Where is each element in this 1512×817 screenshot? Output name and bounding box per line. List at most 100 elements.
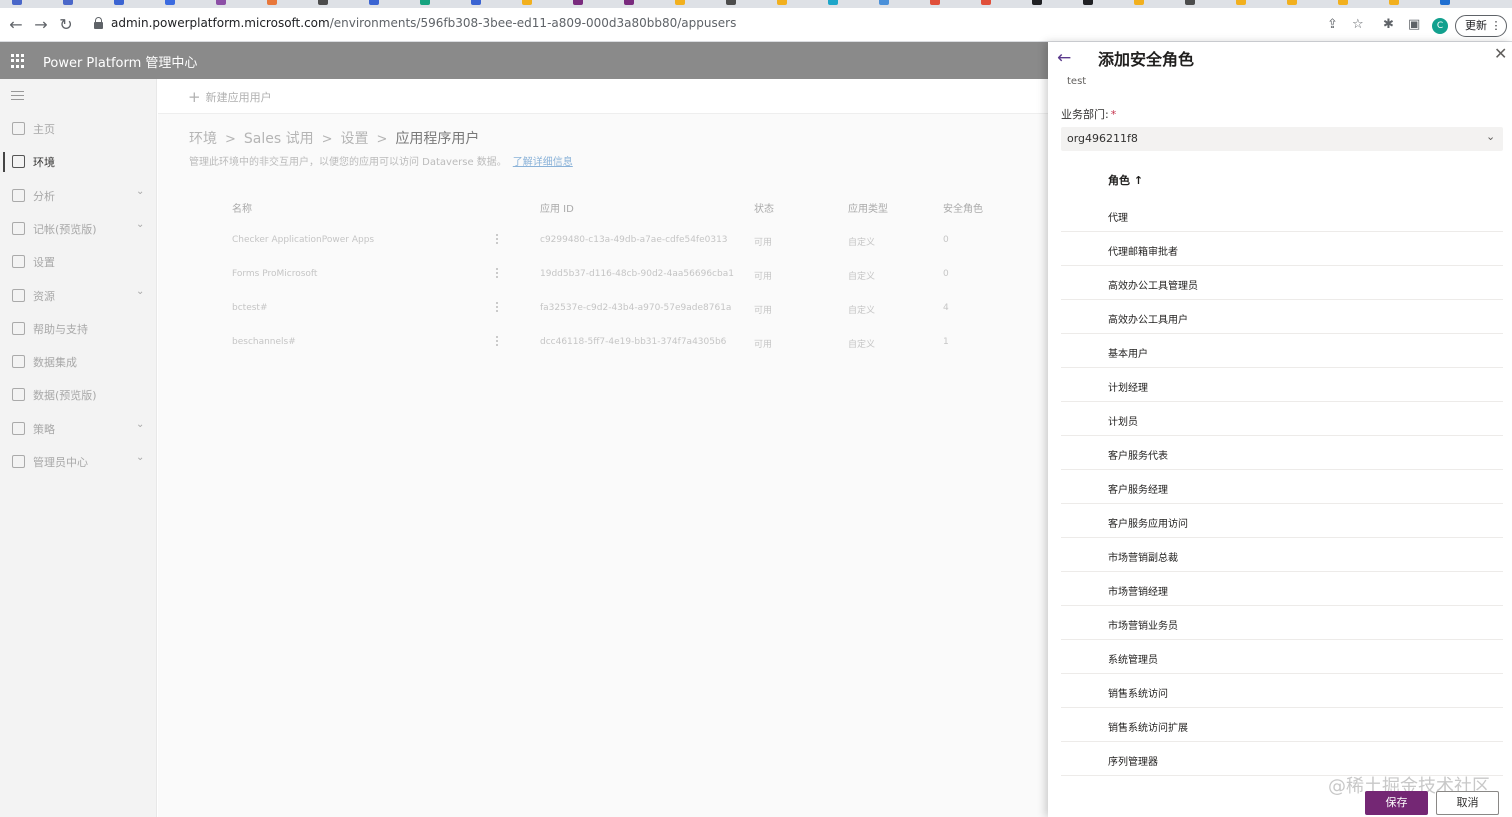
role-name: 序列管理器 bbox=[1108, 757, 1158, 768]
sidebar-item[interactable]: 管理员中心 ⌄ bbox=[0, 448, 157, 476]
role-row[interactable]: 序列管理器 bbox=[1061, 742, 1503, 776]
breadcrumb-item[interactable]: 设置 bbox=[341, 131, 369, 147]
share-icon[interactable]: ⇪ bbox=[1327, 17, 1338, 32]
more-options-icon[interactable] bbox=[496, 268, 499, 280]
app-launcher-icon[interactable] bbox=[11, 54, 25, 68]
command-bar: + 新建应用用户 bbox=[158, 79, 1048, 114]
sidebar-item-label: 环境 bbox=[33, 156, 55, 170]
role-row[interactable]: 市场营销业务员 bbox=[1061, 606, 1503, 640]
table-cell: 1 bbox=[943, 337, 949, 347]
chevron-down-icon[interactable]: ⌄ bbox=[136, 186, 144, 197]
more-options-icon[interactable] bbox=[496, 336, 499, 348]
sidebar-item[interactable]: 数据集成 bbox=[0, 348, 157, 376]
business-unit-label: 业务部门: * bbox=[1061, 108, 1117, 121]
new-app-user-button[interactable]: + 新建应用用户 bbox=[188, 88, 272, 106]
column-header[interactable]: 应用类型 bbox=[848, 200, 888, 215]
role-row[interactable]: 系统管理员 bbox=[1061, 640, 1503, 674]
role-name: 计划经理 bbox=[1108, 383, 1148, 394]
role-column-header[interactable]: 角色 ↑ bbox=[1108, 172, 1143, 188]
table-cell: 自定义 bbox=[848, 238, 876, 248]
role-row[interactable]: 高效办公工具用户 bbox=[1061, 300, 1503, 334]
hamburger-menu-icon[interactable] bbox=[11, 91, 24, 103]
nav-item-icon bbox=[12, 355, 25, 369]
browser-update-button[interactable]: 更新 ⋮ bbox=[1455, 15, 1507, 37]
sidebar-item[interactable]: 策略 ⌄ bbox=[0, 415, 157, 443]
back-arrow-icon[interactable]: ← bbox=[6, 15, 26, 35]
sidebar-item[interactable]: 环境 bbox=[0, 148, 157, 176]
browser-tab-strip[interactable] bbox=[0, 0, 1512, 8]
nav-item-icon bbox=[12, 221, 25, 235]
breadcrumb-item[interactable]: Sales 试用 bbox=[244, 131, 314, 147]
required-marker: * bbox=[1110, 108, 1117, 121]
tab-favicon-icon bbox=[1185, 0, 1195, 5]
breadcrumb-item[interactable]: 环境 bbox=[189, 131, 217, 147]
role-row[interactable]: 销售系统访问 bbox=[1061, 674, 1503, 708]
tab-favicon-icon bbox=[1083, 0, 1093, 5]
side-panel-icon[interactable]: ▣ bbox=[1408, 17, 1420, 32]
breadcrumb-item: 应用程序用户 bbox=[395, 131, 480, 147]
column-header[interactable]: 安全角色 bbox=[943, 200, 983, 215]
column-header[interactable]: 名称 bbox=[232, 200, 252, 215]
app-title: Power Platform 管理中心 bbox=[43, 56, 198, 71]
role-name: 客户服务应用访问 bbox=[1108, 519, 1188, 530]
sidebar-item-label: 分析 bbox=[33, 189, 55, 203]
tab-favicon-icon bbox=[114, 0, 124, 5]
close-icon[interactable]: ✕ bbox=[1494, 44, 1507, 63]
table-row-name[interactable]: beschannels# bbox=[232, 337, 296, 347]
extensions-icon[interactable]: ✱ bbox=[1383, 17, 1394, 32]
sidebar-item[interactable]: 主页 bbox=[0, 115, 157, 143]
table-row-name[interactable]: bctest# bbox=[232, 303, 268, 313]
sidebar-item-label: 管理员中心 bbox=[33, 456, 88, 469]
cancel-button[interactable]: 取消 bbox=[1436, 791, 1499, 815]
sidebar-item[interactable]: 数据(预览版) bbox=[0, 381, 157, 409]
plus-icon: + bbox=[188, 88, 201, 106]
role-row[interactable]: 代理邮箱审批者 bbox=[1061, 232, 1503, 266]
sidebar-item-label: 设置 bbox=[33, 256, 55, 270]
chevron-down-icon[interactable]: ⌄ bbox=[136, 452, 144, 463]
role-row[interactable]: 市场营销副总裁 bbox=[1061, 538, 1503, 572]
sidebar-item[interactable]: 资源 ⌄ bbox=[0, 282, 157, 310]
main-content: + 新建应用用户 环境 > Sales 试用 > 设置 > 应用程序用户 管理此环境中的非交互… bbox=[158, 79, 1048, 817]
sidebar-item-label: 数据(预览版) bbox=[33, 389, 97, 403]
table-row-name[interactable]: Checker ApplicationPower Apps bbox=[232, 235, 374, 245]
sidebar-item[interactable]: 分析 ⌄ bbox=[0, 182, 157, 210]
tab-favicon-icon bbox=[12, 0, 22, 5]
role-row[interactable]: 市场营销经理 bbox=[1061, 572, 1503, 606]
reload-icon[interactable]: ↻ bbox=[56, 15, 76, 35]
column-header[interactable]: 应用 ID bbox=[540, 200, 574, 215]
chevron-down-icon[interactable]: ⌄ bbox=[136, 286, 144, 297]
role-name: 代理邮箱审批者 bbox=[1108, 247, 1178, 258]
tab-favicon-icon bbox=[675, 0, 685, 5]
role-row[interactable]: 客户服务应用访问 bbox=[1061, 504, 1503, 538]
role-row[interactable]: 客户服务代表 bbox=[1061, 436, 1503, 470]
role-row[interactable]: 高效办公工具管理员 bbox=[1061, 266, 1503, 300]
sidebar-item[interactable]: 记帐(预览版) ⌄ bbox=[0, 215, 157, 243]
more-options-icon[interactable] bbox=[496, 234, 499, 246]
role-row[interactable]: 销售系统访问扩展 bbox=[1061, 708, 1503, 742]
save-button[interactable]: 保存 bbox=[1365, 791, 1428, 815]
profile-avatar[interactable]: C bbox=[1432, 18, 1448, 34]
tab-favicon-icon bbox=[165, 0, 175, 5]
sidebar-item[interactable]: 帮助与支持 bbox=[0, 315, 157, 343]
learn-more-link[interactable]: 了解详细信息 bbox=[513, 157, 573, 168]
role-row[interactable]: 代理 bbox=[1061, 198, 1503, 232]
tab-favicon-icon bbox=[318, 0, 328, 5]
role-row[interactable]: 计划经理 bbox=[1061, 368, 1503, 402]
tab-favicon-icon bbox=[879, 0, 889, 5]
address-bar[interactable]: admin.powerplatform.microsoft.com/enviro… bbox=[84, 12, 1374, 38]
role-row[interactable]: 计划员 bbox=[1061, 402, 1503, 436]
panel-subtitle: test bbox=[1067, 76, 1087, 87]
business-unit-dropdown[interactable]: org496211f8 ⌄ bbox=[1061, 127, 1503, 151]
star-icon[interactable]: ☆ bbox=[1352, 17, 1364, 32]
role-row[interactable]: 基本用户 bbox=[1061, 334, 1503, 368]
forward-arrow-icon[interactable]: → bbox=[31, 15, 51, 35]
role-row[interactable]: 客户服务经理 bbox=[1061, 470, 1503, 504]
column-header[interactable]: 状态 bbox=[754, 200, 774, 215]
chevron-down-icon[interactable]: ⌄ bbox=[136, 219, 144, 230]
more-options-icon[interactable] bbox=[496, 302, 499, 314]
back-arrow-icon[interactable]: ← bbox=[1057, 48, 1071, 68]
breadcrumb: 环境 > Sales 试用 > 设置 > 应用程序用户 bbox=[189, 128, 479, 148]
chevron-down-icon[interactable]: ⌄ bbox=[136, 419, 144, 430]
table-row-name[interactable]: Forms ProMicrosoft bbox=[232, 269, 317, 279]
sidebar-item[interactable]: 设置 bbox=[0, 248, 157, 276]
